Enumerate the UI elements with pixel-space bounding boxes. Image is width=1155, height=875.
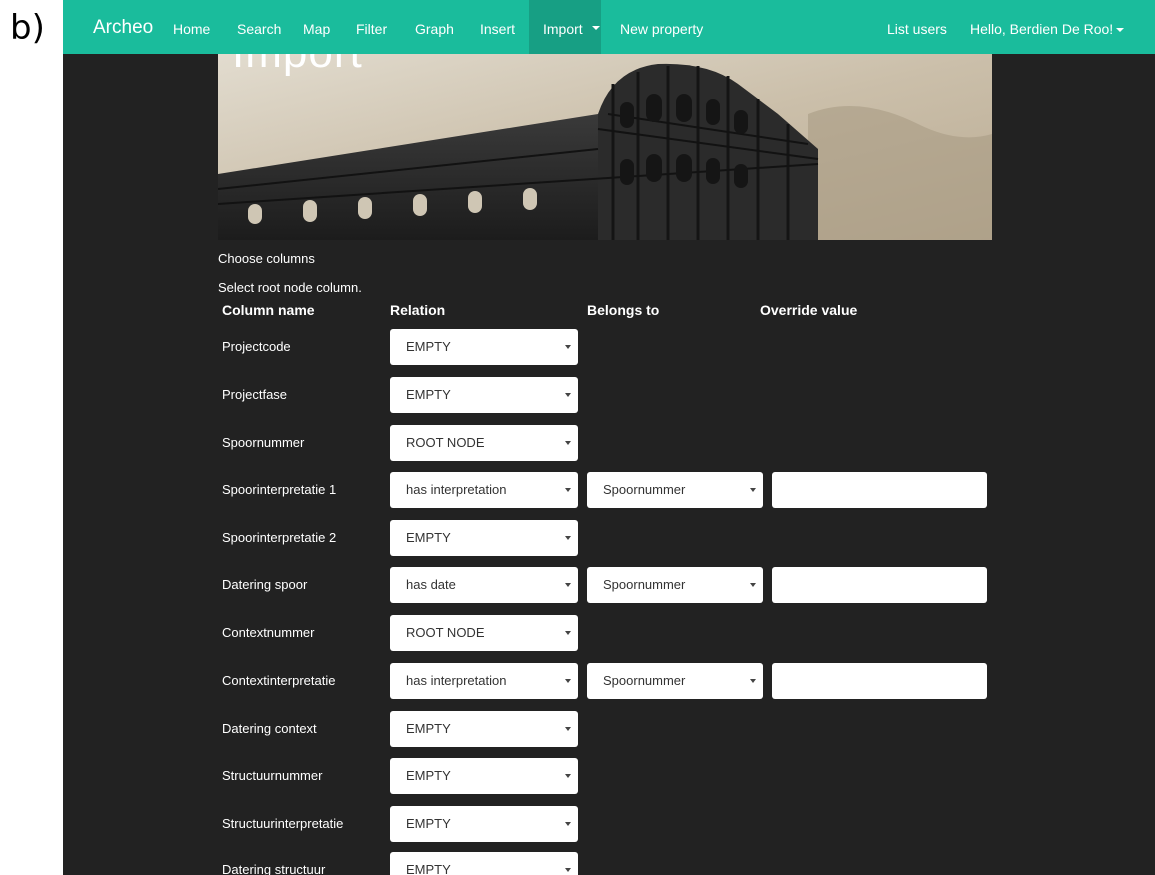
section-heading: Choose columns — [218, 251, 315, 266]
relation-select[interactable]: ROOT NODE — [390, 425, 578, 461]
select-arrow-icon — [750, 488, 756, 492]
column-name: Datering spoor — [222, 577, 308, 592]
relation-select[interactable]: ROOT NODE — [390, 615, 578, 651]
relation-value: EMPTY — [406, 862, 451, 875]
relation-select[interactable]: EMPTY — [390, 520, 578, 556]
table-row: Contextinterpretatie has interpretation … — [63, 663, 1155, 699]
table-row: Structuurinterpretatie EMPTY — [63, 806, 1155, 842]
table-row: Datering context EMPTY — [63, 711, 1155, 747]
header-belongs-to: Belongs to — [587, 302, 660, 318]
dropdown-caret-icon — [592, 26, 600, 30]
relation-value: ROOT NODE — [406, 625, 485, 640]
relation-select[interactable]: has date — [390, 567, 578, 603]
column-name: Structuurnummer — [222, 768, 323, 783]
figure-panel-label: b) — [10, 8, 45, 48]
relation-select[interactable]: EMPTY — [390, 329, 578, 365]
relation-value: ROOT NODE — [406, 435, 485, 450]
belongs-to-select[interactable]: Spoornummer — [587, 472, 763, 508]
nav-insert[interactable]: Insert — [480, 0, 515, 54]
select-arrow-icon — [565, 536, 571, 540]
column-name: Projectfase — [222, 387, 288, 402]
select-arrow-icon — [565, 488, 571, 492]
column-name: Spoornummer — [222, 435, 305, 450]
banner-title: Import — [232, 54, 363, 78]
column-name: Datering structuur — [222, 862, 326, 875]
table-row: Structuurnummer EMPTY — [63, 758, 1155, 794]
select-arrow-icon — [750, 583, 756, 587]
select-arrow-icon — [565, 631, 571, 635]
belongs-to-value: Spoornummer — [603, 482, 686, 497]
relation-select[interactable]: EMPTY — [390, 806, 578, 842]
column-name: Spoorinterpretatie 2 — [222, 530, 337, 545]
nav-new-property[interactable]: New property — [620, 0, 703, 54]
column-name: Spoorinterpretatie 1 — [222, 482, 337, 497]
table-row: Contextnummer ROOT NODE — [63, 615, 1155, 651]
relation-value: EMPTY — [406, 768, 451, 783]
banner-image: Import — [218, 54, 992, 240]
relation-select[interactable]: has interpretation — [390, 663, 578, 699]
select-arrow-icon — [565, 774, 571, 778]
colosseum-illustration — [218, 54, 992, 240]
brand-link[interactable]: Archeo — [93, 0, 153, 54]
app-window: Archeo Home Search Map Filter Graph Inse… — [63, 0, 1155, 875]
relation-select[interactable]: EMPTY — [390, 711, 578, 747]
select-arrow-icon — [750, 679, 756, 683]
relation-select[interactable]: EMPTY — [390, 758, 578, 794]
select-arrow-icon — [565, 727, 571, 731]
relation-select[interactable]: has interpretation — [390, 472, 578, 508]
relation-value: EMPTY — [406, 530, 451, 545]
nav-import-label: Import — [543, 21, 583, 37]
nav-import-dropdown[interactable]: Import — [529, 0, 601, 54]
nav-map[interactable]: Map — [303, 0, 330, 54]
table-row: Projectcode EMPTY — [63, 329, 1155, 365]
table-row: Spoornummer ROOT NODE — [63, 425, 1155, 461]
column-name: Datering context — [222, 721, 317, 736]
header-relation: Relation — [390, 302, 446, 318]
table-row: Spoorinterpretatie 1 has interpretation … — [63, 472, 1155, 508]
select-arrow-icon — [565, 822, 571, 826]
top-navbar: Archeo Home Search Map Filter Graph Inse… — [63, 0, 1155, 54]
nav-home[interactable]: Home — [173, 0, 210, 54]
select-arrow-icon — [565, 679, 571, 683]
nav-filter[interactable]: Filter — [356, 0, 387, 54]
table-row: Datering structuur EMPTY — [63, 852, 1155, 875]
relation-value: EMPTY — [406, 339, 451, 354]
dropdown-caret-icon — [1116, 28, 1125, 33]
select-arrow-icon — [565, 868, 571, 872]
relation-value: EMPTY — [406, 721, 451, 736]
select-arrow-icon — [565, 345, 571, 349]
column-name: Contextnummer — [222, 625, 315, 640]
select-arrow-icon — [565, 393, 571, 397]
relation-value: EMPTY — [406, 816, 451, 831]
table-row: Datering spoor has date Spoornummer — [63, 567, 1155, 603]
override-value-input[interactable] — [772, 567, 987, 603]
relation-select[interactable]: EMPTY — [390, 377, 578, 413]
column-name: Projectcode — [222, 339, 291, 354]
belongs-to-value: Spoornummer — [603, 577, 686, 592]
select-arrow-icon — [565, 441, 571, 445]
select-arrow-icon — [565, 583, 571, 587]
nav-graph[interactable]: Graph — [415, 0, 454, 54]
relation-value: has interpretation — [406, 673, 507, 688]
belongs-to-select[interactable]: Spoornummer — [587, 663, 763, 699]
override-value-input[interactable] — [772, 663, 987, 699]
user-greeting: Hello, Berdien De Roo! — [970, 21, 1114, 37]
column-name: Contextinterpretatie — [222, 673, 336, 688]
override-value-input[interactable] — [772, 472, 987, 508]
nav-search[interactable]: Search — [237, 0, 281, 54]
table-row: Projectfase EMPTY — [63, 377, 1155, 413]
relation-value: has date — [406, 577, 456, 592]
relation-select[interactable]: EMPTY — [390, 852, 578, 875]
header-column-name: Column name — [222, 302, 315, 318]
user-menu-dropdown[interactable]: Hello, Berdien De Roo! — [970, 0, 1125, 54]
nav-list-users[interactable]: List users — [887, 0, 947, 54]
relation-value: EMPTY — [406, 387, 451, 402]
column-name: Structuurinterpretatie — [222, 816, 344, 831]
table-row: Spoorinterpretatie 2 EMPTY — [63, 520, 1155, 556]
instruction-text: Select root node column. — [218, 280, 362, 295]
belongs-to-select[interactable]: Spoornummer — [587, 567, 763, 603]
header-override-value: Override value — [760, 302, 858, 318]
relation-value: has interpretation — [406, 482, 507, 497]
belongs-to-value: Spoornummer — [603, 673, 686, 688]
